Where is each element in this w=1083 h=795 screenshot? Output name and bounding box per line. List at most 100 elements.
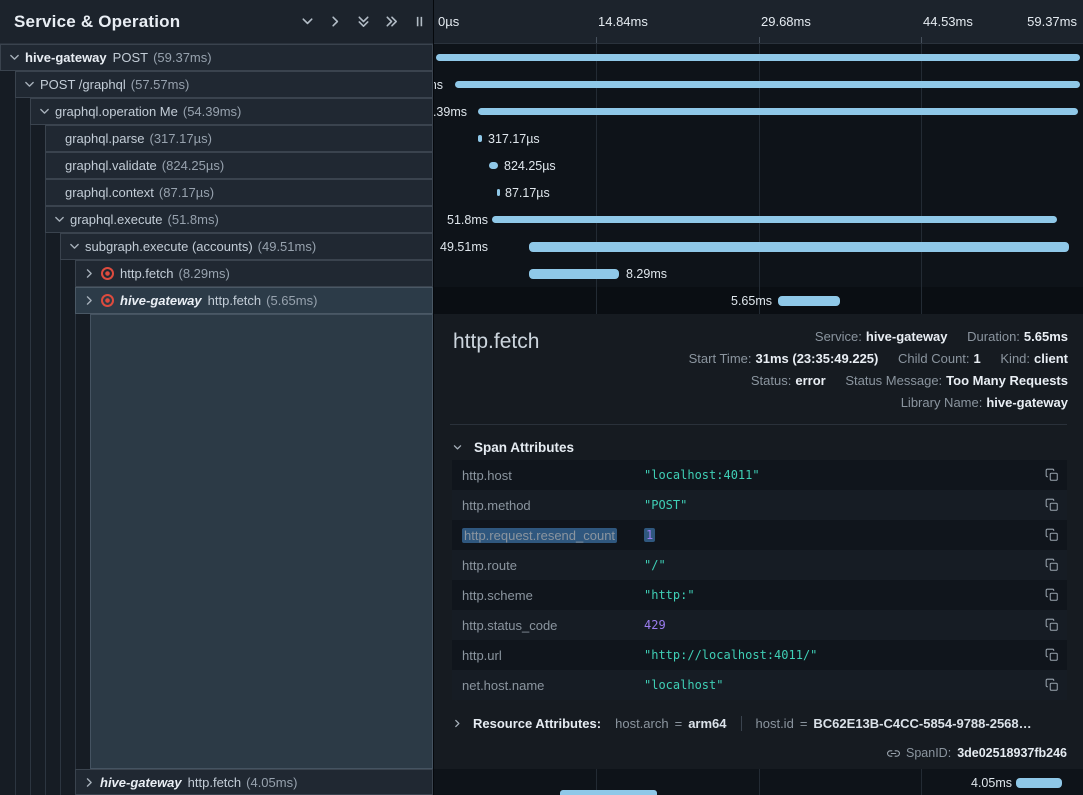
span-bar[interactable] [478,108,1078,115]
tree-row[interactable]: graphql.parse (317.17µs) [45,125,433,152]
chevron-down-icon[interactable] [8,51,21,64]
duration-label: 5.65ms [704,294,772,308]
resource-value: arm64 [688,716,726,731]
span-operation: POST [113,50,148,65]
timeline-panel: 0µs 14.84ms 29.68ms 44.53ms 59.37ms 57.5… [434,0,1083,795]
attribute-value: "localhost:4011" [644,468,1037,482]
resource-value: BC62E13B-C4CC-5854-9788-2568… [813,716,1031,731]
timeline-row: 49.51ms [434,233,1083,260]
chevron-right-icon [452,718,463,729]
span-duration: (57.57ms) [131,77,190,92]
span-bar[interactable] [489,162,498,169]
span-bar[interactable] [478,135,482,142]
copy-icon[interactable] [1045,618,1059,632]
span-bar[interactable] [455,81,1080,88]
chevron-down-icon [452,442,463,453]
span-attributes-table: http.host "localhost:4011" http.method "… [452,460,1067,700]
chevron-right-icon[interactable] [328,14,343,29]
span-duration: (51.8ms) [168,212,219,227]
duration-label: 8.29ms [626,267,667,281]
chevron-down-icon[interactable] [23,78,36,91]
copy-icon[interactable] [1045,498,1059,512]
span-operation: graphql.context [65,185,154,200]
tree-row[interactable]: graphql.operation Me (54.39ms) [30,98,433,125]
span-bar[interactable] [492,216,1057,223]
copy-icon[interactable] [1045,678,1059,692]
span-operation: http.fetch [188,775,241,790]
tree-row[interactable]: graphql.validate (824.25µs) [45,152,433,179]
chevron-down-icon[interactable] [68,240,81,253]
link-icon[interactable] [887,747,900,760]
tree-header: Service & Operation [0,0,433,44]
span-detail-title: http.fetch [453,330,539,354]
chevron-down-icon[interactable] [53,213,66,226]
tree-row[interactable]: graphql.context (87.17µs) [45,179,433,206]
span-duration: (8.29ms) [178,266,229,281]
timeline-row: 4.05ms [434,769,1083,795]
trace-viewer: Service & Operation hive-gateway POST (5… [0,0,1083,795]
chevron-down-icon[interactable] [38,105,51,118]
span-bar[interactable] [497,189,500,196]
attribute-key: http.status_code [462,618,644,633]
chevrons-down-icon[interactable] [356,14,371,29]
span-duration: (4.05ms) [246,775,297,790]
attribute-row: http.url "http://localhost:4011/" [452,640,1067,670]
timeline-row: 54.39ms [434,98,1083,125]
meta-duration: 5.65ms [1024,329,1068,344]
chevron-right-icon[interactable] [83,267,96,280]
tick-label: 59.37ms [1027,14,1077,29]
tick-label: 14.84ms [598,14,648,29]
chevron-right-icon[interactable] [83,294,96,307]
timeline-row [434,44,1083,71]
attribute-key: net.host.name [462,678,644,693]
span-attributes-header[interactable]: Span Attributes [452,440,574,455]
copy-icon[interactable] [1045,588,1059,602]
attribute-key: http.route [462,558,644,573]
tree-row[interactable]: graphql.execute (51.8ms) [45,206,433,233]
attribute-value: 429 [644,618,1037,632]
tree-row[interactable]: POST /graphql (57.57ms) [15,71,433,98]
tick-label: 0µs [438,14,459,29]
copy-icon[interactable] [1045,558,1059,572]
span-bar[interactable] [436,54,1080,61]
tree-header-actions [300,14,427,29]
span-service: hive-gateway [25,50,107,65]
tree-row[interactable]: hive-gateway http.fetch (4.05ms) [75,769,433,795]
span-detail-meta: Service:hive-gateway Duration:5.65ms Sta… [673,326,1068,414]
span-bar[interactable] [529,242,1069,252]
span-id-label: SpanID: [906,746,951,760]
span-bar-partial[interactable] [560,790,657,795]
resource-attributes-header: Resource Attributes: [473,716,601,731]
span-bar[interactable] [1016,778,1062,788]
duration-label: 317.17µs [488,132,540,146]
timeline-row: 87.17µs [434,179,1083,206]
span-service: hive-gateway [120,293,202,308]
chevron-down-icon[interactable] [300,14,315,29]
copy-icon[interactable] [1045,468,1059,482]
span-bar[interactable] [778,296,840,306]
attribute-row: http.scheme "http:" [452,580,1067,610]
span-tree-panel: Service & Operation hive-gateway POST (5… [0,0,434,795]
time-ruler: 0µs 14.84ms 29.68ms 44.53ms 59.37ms [434,0,1083,44]
timeline-row: 8.29ms [434,260,1083,287]
meta-status: error [795,373,825,388]
span-bar[interactable] [529,269,619,279]
splitter-icon[interactable] [412,14,427,29]
attribute-value: "http://localhost:4011/" [644,648,1037,662]
tree-row[interactable]: http.fetch (8.29ms) [75,260,433,287]
meta-child-count: 1 [974,351,981,366]
copy-icon[interactable] [1045,648,1059,662]
tree-row[interactable]: subgraph.execute (accounts) (49.51ms) [60,233,433,260]
tree-row-selected[interactable]: hive-gateway http.fetch (5.65ms) [75,287,433,314]
tree-row[interactable]: hive-gateway POST (59.37ms) [0,44,433,71]
tick-mark [759,37,760,43]
tree-guide-line [30,44,31,795]
chevron-right-icon[interactable] [83,776,96,789]
chevrons-right-icon[interactable] [384,14,399,29]
span-id-value: 3de02518937fb246 [957,746,1067,760]
resource-attributes-row[interactable]: Resource Attributes: host.arch = arm64 h… [452,716,1067,731]
meta-status-message: Too Many Requests [946,373,1068,388]
span-operation: graphql.execute [70,212,163,227]
copy-icon[interactable] [1045,528,1059,542]
tree-header-title: Service & Operation [14,12,300,32]
